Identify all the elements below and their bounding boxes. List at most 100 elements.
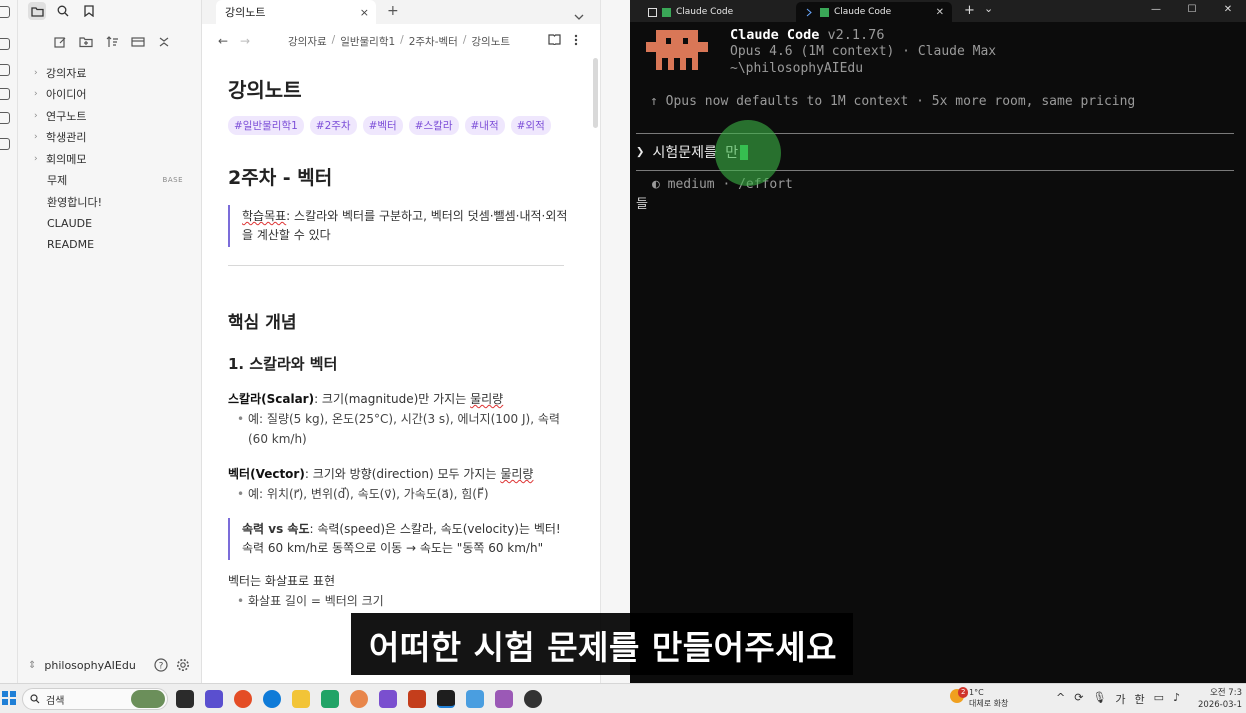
folder-item[interactable]: › 학생관리 <box>18 127 201 149</box>
collapse-view-icon[interactable] <box>130 34 146 50</box>
task-view-icon[interactable] <box>176 690 194 708</box>
scrollbar[interactable] <box>593 58 598 128</box>
chevron-down-icon[interactable] <box>574 5 584 24</box>
terminal-titlebar: Claude Code Claude Code ✕ + ⌄ — ☐ ✕ <box>630 0 1246 22</box>
claude-icon <box>820 7 829 17</box>
claude-app-icon[interactable] <box>350 690 368 708</box>
tag[interactable]: #벡터 <box>362 116 403 135</box>
windows-start-icon[interactable] <box>2 691 16 705</box>
list-item: 예: 질량(5 kg), 온도(25°C), 시간(3 s), 에너지(100 … <box>228 409 568 449</box>
minimize-icon[interactable]: — <box>1138 0 1174 22</box>
chevron-up-icon[interactable]: ^ <box>1056 691 1065 707</box>
back-arrow-icon[interactable]: ← <box>218 34 228 48</box>
sort-icon[interactable] <box>104 34 120 50</box>
divider <box>228 265 564 266</box>
maximize-icon[interactable]: ☐ <box>1174 0 1210 22</box>
collapse-all-icon[interactable] <box>156 34 172 50</box>
sync-icon[interactable]: ⟳ <box>1074 691 1083 707</box>
app-icon[interactable] <box>524 690 542 708</box>
section-heading: 2주차 - 벡터 <box>228 167 333 189</box>
claude-icon <box>662 7 671 17</box>
search-icon[interactable] <box>54 2 72 20</box>
terminal-icon <box>648 7 657 17</box>
chevron-right-icon: › <box>34 67 38 78</box>
breadcrumb-item[interactable]: 일반물리학1 <box>340 34 395 49</box>
note-navbar: ← → 강의자료 / 일반물리학1/ 2주차-벡터 / 강의노트 <box>202 28 600 54</box>
file-item[interactable]: README <box>18 234 201 256</box>
canvas-icon[interactable] <box>0 88 10 100</box>
app-icon[interactable] <box>321 690 339 708</box>
search-highlight-image <box>131 690 165 708</box>
explorer-header-tabs <box>18 0 201 22</box>
prompt-caret: ❯ <box>636 144 645 160</box>
breadcrumb-item[interactable]: 2주차-벡터 <box>409 34 458 49</box>
network-icon[interactable]: ▭ <box>1154 691 1164 707</box>
terminal-tab[interactable]: Claude Code <box>638 2 798 22</box>
folder-item[interactable]: › 연구노트 <box>18 105 201 127</box>
speed-velocity-callout: 속력 vs 속도: 속력(speed)은 스칼라, 속도(velocity)는 … <box>228 518 568 560</box>
video-subtitle: 어떠한 시험 문제를 만들어주세요 <box>351 613 854 675</box>
system-tray: ^ ⟳ 🎙 가 한 ▭ ♪ <box>1056 691 1180 707</box>
terminal-body[interactable]: Claude Code v2.1.76 Opus 4.6 (1M context… <box>630 22 1246 683</box>
notepad-icon[interactable] <box>466 690 484 708</box>
reading-view-icon[interactable] <box>548 34 561 48</box>
help-icon[interactable]: ? <box>153 657 169 673</box>
chrome-icon[interactable] <box>234 690 252 708</box>
microphone-icon[interactable]: 🎙 <box>1092 691 1106 707</box>
folder-icon[interactable] <box>28 2 46 20</box>
settings-gear-icon[interactable] <box>175 657 191 673</box>
volume-icon[interactable]: ♪ <box>1173 691 1180 707</box>
folder-item[interactable]: › 회의메모 <box>18 148 201 170</box>
folder-item[interactable]: › 아이디어 <box>18 84 201 106</box>
effort-indicator[interactable]: ◐ medium · /effort <box>652 177 793 192</box>
taskbar-search[interactable]: 검색 <box>22 688 168 710</box>
graph-icon[interactable] <box>0 64 10 76</box>
taskbar-clock[interactable]: 오전 7:3 2026-03-1 <box>1198 687 1242 711</box>
powerpoint-icon[interactable] <box>408 690 426 708</box>
app-icon[interactable] <box>205 690 223 708</box>
weather-widget[interactable]: 2 1°C 대체로 화창 <box>950 687 1008 709</box>
edge-icon[interactable] <box>263 690 281 708</box>
obsidian-icon[interactable] <box>379 690 397 708</box>
chevron-right-icon: › <box>34 153 38 164</box>
new-tab-button[interactable]: + <box>387 3 399 19</box>
close-window-icon[interactable]: ✕ <box>1210 0 1246 22</box>
app-icon[interactable] <box>495 690 513 708</box>
screen: › 강의자료 › 아이디어 › 연구노트 › 학생관리 › 회의메모 무제 BASE 환영합… <box>0 0 1246 713</box>
close-tab-icon[interactable]: ✕ <box>936 7 944 18</box>
vault-switcher[interactable]: ⇕ philosophyAIEdu ? <box>28 655 191 675</box>
close-tab-icon[interactable]: × <box>360 6 369 19</box>
tag[interactable]: #2주차 <box>309 116 357 135</box>
bookmark-icon[interactable] <box>80 2 98 20</box>
forward-arrow-icon[interactable]: → <box>240 34 250 48</box>
list-item: 예: 위치(r⃗), 변위(d⃗), 속도(v⃗), 가속도(a⃗), 힘(F⃗… <box>228 484 568 504</box>
calendar-icon[interactable] <box>0 112 10 124</box>
file-tree: › 강의자료 › 아이디어 › 연구노트 › 학생관리 › 회의메모 무제 BASE 환영합… <box>18 62 201 256</box>
file-explorer-icon[interactable] <box>292 690 310 708</box>
files-icon[interactable] <box>0 38 10 50</box>
file-item[interactable]: 환영합니다! <box>18 191 201 213</box>
tag[interactable]: #외적 <box>510 116 551 135</box>
note-pane: 강의노트 × + ← → 강의자료 / 일반물리학1/ 2주차-벡터 / 강의노트 … <box>202 0 600 683</box>
tab-dropdown-icon[interactable]: ⌄ <box>984 2 993 15</box>
tag[interactable]: #일반물리학1 <box>228 116 304 135</box>
ribbon-icon[interactable] <box>0 6 10 18</box>
new-folder-icon[interactable] <box>78 34 94 50</box>
note-tab[interactable]: 강의노트 × <box>216 0 376 24</box>
folder-item[interactable]: › 강의자료 <box>18 62 201 84</box>
ime-mode[interactable]: 한 <box>1135 691 1145 707</box>
new-tab-button[interactable]: + <box>964 3 975 18</box>
terminal-tab-active[interactable]: Claude Code ✕ <box>796 2 952 22</box>
tag[interactable]: #내적 <box>464 116 505 135</box>
template-icon[interactable] <box>0 138 10 150</box>
file-item[interactable]: 무제 BASE <box>18 170 201 192</box>
file-item[interactable]: CLAUDE <box>18 213 201 235</box>
breadcrumb-item[interactable]: 강의자료 <box>288 34 327 49</box>
input-language[interactable]: 가 <box>1115 691 1125 707</box>
breadcrumb-item[interactable]: 강의노트 <box>471 34 510 49</box>
more-options-icon[interactable] <box>574 34 578 49</box>
terminal-app-icon[interactable] <box>437 690 455 708</box>
tag[interactable]: #스칼라 <box>408 116 459 135</box>
chevron-right-icon: › <box>34 132 38 143</box>
new-note-icon[interactable] <box>52 34 68 50</box>
